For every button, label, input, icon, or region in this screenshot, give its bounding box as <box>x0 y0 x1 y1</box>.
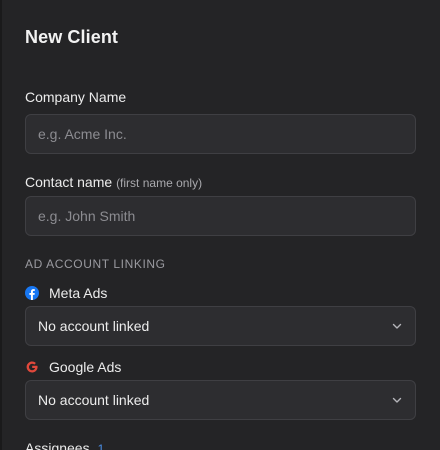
ad-account-linking-heading: AD ACCOUNT LINKING <box>25 257 166 271</box>
meta-ads-account-select[interactable]: No account linked <box>25 306 416 346</box>
assignees-count-badge: 1 <box>97 442 105 450</box>
new-client-dialog: New Client Company Name Contact name (fi… <box>0 0 440 450</box>
contact-name-label: Contact name (first name only) <box>25 174 202 190</box>
contact-name-hint: (first name only) <box>116 176 203 190</box>
chevron-down-icon <box>391 394 403 406</box>
company-name-label: Company Name <box>25 89 127 105</box>
assignees-label: Assignees 1 <box>25 440 104 450</box>
google-icon <box>25 360 39 374</box>
dialog-title: New Client <box>25 27 119 47</box>
contact-name-input[interactable] <box>25 196 416 236</box>
meta-ads-selected-value: No account linked <box>38 318 150 334</box>
meta-ads-label: Meta Ads <box>25 285 107 301</box>
contact-name-label-text: Contact name <box>25 174 113 190</box>
assignees-label-text: Assignees <box>25 440 90 450</box>
google-ads-label-text: Google Ads <box>49 359 122 375</box>
google-ads-selected-value: No account linked <box>38 392 150 408</box>
meta-ads-label-text: Meta Ads <box>49 285 108 301</box>
company-name-input[interactable] <box>25 114 416 154</box>
chevron-down-icon <box>391 320 403 332</box>
meta-icon <box>25 286 39 300</box>
google-ads-label: Google Ads <box>25 359 121 375</box>
google-ads-account-select[interactable]: No account linked <box>25 380 416 420</box>
